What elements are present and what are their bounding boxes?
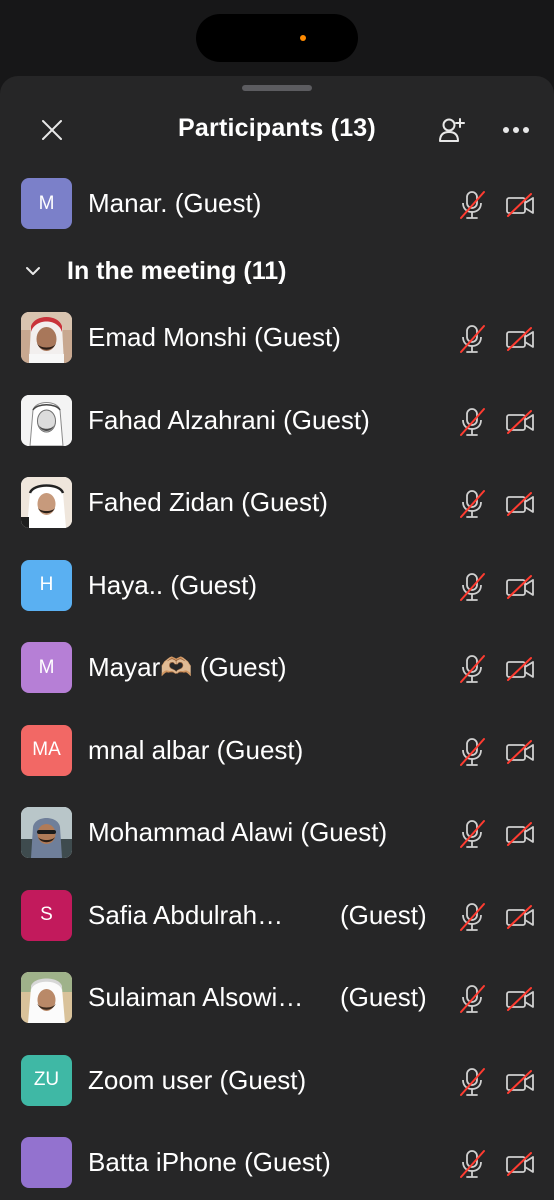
more-button[interactable]	[498, 112, 534, 148]
avatar-initials: H	[39, 574, 54, 595]
avatar	[21, 312, 72, 363]
mic-muted-icon[interactable]	[458, 407, 486, 437]
video-off-icon[interactable]	[505, 409, 535, 435]
video-off-icon[interactable]	[505, 574, 535, 600]
mic-muted-icon[interactable]	[458, 324, 486, 354]
page-title: Participants (13)	[178, 114, 376, 142]
video-off-icon[interactable]	[505, 192, 535, 218]
mic-muted-icon[interactable]	[458, 1067, 486, 1097]
avatar	[21, 807, 72, 858]
avatar: ZU	[21, 1054, 72, 1106]
avatar	[21, 1137, 72, 1188]
participant-row[interactable]: S Safia Abdulrah… (Guest)	[0, 875, 554, 957]
avatar	[21, 394, 72, 446]
video-off-icon[interactable]	[505, 326, 535, 352]
participant-row[interactable]: MA mnal albar (Guest)	[0, 710, 554, 792]
participant-row[interactable]: Sulaiman Alsowi… (Guest)	[0, 957, 554, 1039]
mic-muted-icon[interactable]	[458, 1149, 486, 1179]
mic-muted-icon[interactable]	[458, 489, 486, 519]
participant-name: Fahed Zidan (Guest)	[88, 487, 328, 517]
in-meeting-section-header[interactable]: In the meeting (11)	[0, 246, 554, 296]
participant-row[interactable]: Fahed Zidan (Guest)	[0, 462, 554, 544]
participant-name: Batta iPhone (Guest)	[88, 1147, 331, 1177]
participant-name: Haya.. (Guest)	[88, 569, 258, 600]
add-participant-icon	[439, 118, 465, 142]
mic-muted-icon[interactable]	[458, 737, 486, 767]
video-off-icon[interactable]	[505, 1151, 535, 1177]
avatar: M	[21, 178, 72, 229]
avatar: MA	[21, 724, 72, 776]
recording-indicator	[300, 35, 306, 41]
participant-row-waiting[interactable]: M Manar. (Guest)	[0, 163, 554, 245]
mic-muted-icon[interactable]	[458, 654, 486, 684]
participant-name: Mohammad Alawi (Guest)	[88, 817, 388, 847]
video-off-icon[interactable]	[505, 739, 535, 765]
participant-name: Mayar🫶🏼 (Guest)	[88, 652, 287, 682]
mic-muted-icon[interactable]	[458, 572, 486, 602]
avatar-initials: MA	[32, 739, 61, 760]
participant-guest-tag: (Guest)	[340, 899, 427, 930]
section-label: In the meeting (11)	[67, 257, 287, 285]
participant-row[interactable]: ZU Zoom user (Guest)	[0, 1040, 554, 1122]
more-icon	[503, 127, 529, 133]
sheet-header: Participants (13)	[0, 104, 554, 156]
participant-row[interactable]: Emad Monshi (Guest)	[0, 297, 554, 379]
video-off-icon[interactable]	[505, 1069, 535, 1095]
dynamic-island	[196, 14, 358, 62]
screen: Participants (13) M Manar. (Guest) In th…	[0, 0, 554, 1200]
avatar	[21, 972, 72, 1023]
mic-muted-icon[interactable]	[458, 819, 486, 849]
avatar-initials: ZU	[33, 1069, 60, 1090]
participant-row[interactable]: M Mayar🫶🏼 (Guest)	[0, 627, 554, 709]
participant-guest-tag: (Guest)	[340, 982, 427, 1012]
video-off-icon[interactable]	[505, 904, 535, 930]
participant-name: Emad Monshi (Guest)	[88, 322, 341, 352]
video-off-icon[interactable]	[505, 491, 535, 517]
avatar	[21, 477, 72, 528]
mic-muted-icon[interactable]	[458, 902, 486, 932]
mic-muted-icon[interactable]	[458, 190, 486, 220]
participant-row[interactable]: Mohammad Alawi (Guest)	[0, 792, 554, 874]
avatar-initials: M	[38, 656, 55, 678]
participant-row[interactable]: Batta iPhone (Guest)	[0, 1122, 554, 1200]
video-off-icon[interactable]	[505, 821, 535, 847]
avatar-initials: M	[38, 192, 55, 214]
participant-row[interactable]: Fahad Alzahrani (Guest)	[0, 380, 554, 462]
participant-name: Sulaiman Alsowi…	[88, 982, 304, 1012]
video-off-icon[interactable]	[505, 656, 535, 682]
avatar-initials: S	[40, 904, 53, 925]
chevron-down-icon	[26, 267, 40, 275]
sheet-grabber[interactable]	[242, 85, 312, 91]
participant-name: mnal albar (Guest)	[88, 734, 304, 765]
video-off-icon[interactable]	[505, 986, 535, 1012]
avatar: M	[21, 642, 72, 693]
avatar: S	[21, 889, 72, 941]
participant-name: Safia Abdulrah…	[88, 899, 284, 930]
participant-name: Manar. (Guest)	[88, 188, 262, 218]
participant-row[interactable]: H Haya.. (Guest)	[0, 545, 554, 627]
participant-name: Zoom user (Guest)	[88, 1064, 307, 1095]
participant-name: Fahad Alzahrani (Guest)	[88, 404, 370, 435]
mic-muted-icon[interactable]	[458, 984, 486, 1014]
avatar: H	[21, 559, 72, 611]
invite-button[interactable]	[434, 112, 470, 148]
